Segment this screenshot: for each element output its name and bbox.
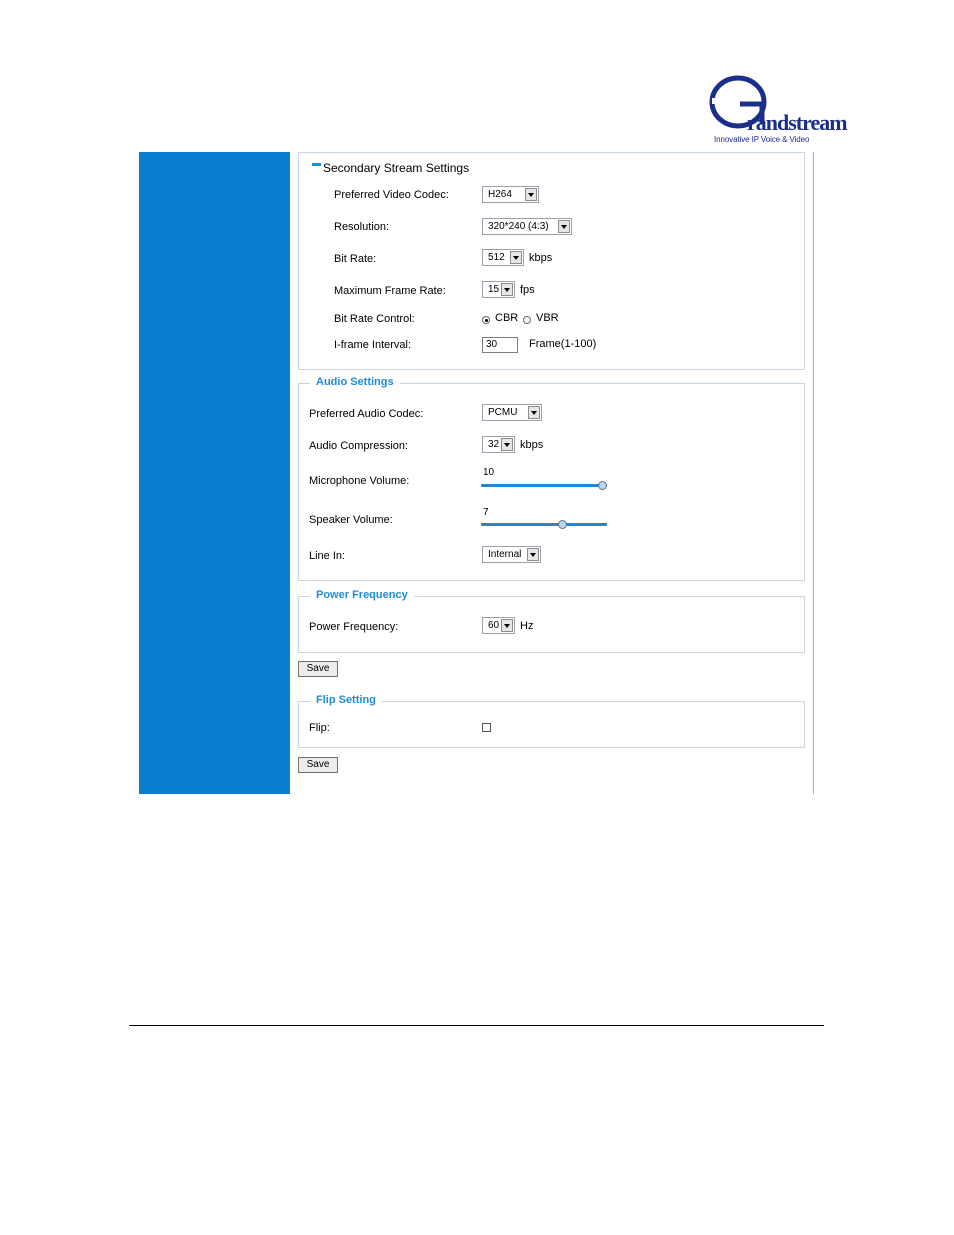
iframe-label: I-frame Interval: xyxy=(334,339,412,351)
speaker-volume-label: Speaker Volume: xyxy=(309,514,393,526)
line-in-select[interactable]: Internal xyxy=(482,546,541,563)
audio-settings-legend: Audio Settings xyxy=(310,376,400,388)
flip-setting-legend: Flip Setting xyxy=(310,694,382,706)
flip-setting-fieldset xyxy=(298,701,805,748)
video-codec-label: Preferred Video Codec: xyxy=(334,189,449,201)
resolution-select[interactable]: 320*240 (4:3) xyxy=(482,218,572,235)
video-codec-value: H264 xyxy=(488,189,512,200)
mic-volume-label: Microphone Volume: xyxy=(309,475,410,487)
line-in-value: Internal xyxy=(488,549,522,560)
framerate-value: 15 xyxy=(488,284,500,295)
audio-codec-select[interactable]: PCMU xyxy=(482,404,542,421)
save-button-power[interactable]: Save xyxy=(298,661,338,677)
mic-volume-value: 10 xyxy=(483,467,495,478)
cbr-label: CBR xyxy=(495,312,519,324)
frame-border xyxy=(813,152,814,794)
audio-compression-unit: kbps xyxy=(520,439,544,451)
vbr-radio[interactable] xyxy=(523,316,531,324)
iframe-input[interactable]: 30 xyxy=(482,337,518,353)
mic-volume-slider[interactable] xyxy=(481,484,607,487)
audio-compression-select[interactable]: 32 xyxy=(482,436,515,453)
power-frequency-unit: Hz xyxy=(520,620,534,632)
audio-codec-value: PCMU xyxy=(488,407,518,418)
cbr-radio[interactable] xyxy=(482,316,490,324)
power-frequency-legend: Power Frequency xyxy=(310,589,414,601)
sidebar xyxy=(139,152,290,794)
bitrate-select[interactable]: 512 xyxy=(482,249,524,266)
speaker-volume-value: 7 xyxy=(483,507,489,518)
logo-wordmark: randstream xyxy=(747,110,848,135)
audio-compression-value: 32 xyxy=(488,439,500,450)
save-button-flip[interactable]: Save xyxy=(298,757,338,773)
bitrate-value: 512 xyxy=(488,252,505,263)
power-frequency-select[interactable]: 60 xyxy=(482,617,515,634)
chevron-down-icon xyxy=(501,438,513,451)
flip-checkbox[interactable] xyxy=(482,723,491,732)
resolution-value: 320*240 (4:3) xyxy=(488,221,549,232)
collapse-icon[interactable] xyxy=(312,163,321,166)
vbr-label: VBR xyxy=(536,312,559,324)
power-frequency-label: Power Frequency: xyxy=(309,621,399,633)
flip-label: Flip: xyxy=(309,722,330,734)
logo-tagline: Innovative IP Voice & Video xyxy=(714,135,810,144)
line-in-label: Line In: xyxy=(309,550,346,562)
video-codec-select[interactable]: H264 xyxy=(482,186,539,203)
framerate-unit: fps xyxy=(520,284,535,296)
chevron-down-icon xyxy=(528,406,540,419)
chevron-down-icon xyxy=(525,188,537,201)
chevron-down-icon xyxy=(501,283,513,296)
page-divider xyxy=(129,1025,824,1026)
bitrate-unit: kbps xyxy=(529,252,553,264)
framerate-label: Maximum Frame Rate: xyxy=(334,285,446,297)
speaker-volume-slider[interactable] xyxy=(481,523,607,526)
chevron-down-icon xyxy=(501,619,513,632)
framerate-select[interactable]: 15 xyxy=(482,281,515,298)
iframe-hint: Frame(1-100) xyxy=(529,338,597,350)
chevron-down-icon xyxy=(558,220,570,233)
audio-codec-label: Preferred Audio Codec: xyxy=(309,408,424,420)
chevron-down-icon xyxy=(527,548,539,561)
bitrate-control-label: Bit Rate Control: xyxy=(334,313,415,325)
power-frequency-value: 60 xyxy=(488,620,500,631)
bitrate-label: Bit Rate: xyxy=(334,253,377,265)
mic-volume-thumb[interactable] xyxy=(598,481,607,490)
secondary-stream-title: Secondary Stream Settings xyxy=(323,161,474,175)
resolution-label: Resolution: xyxy=(334,221,390,233)
chevron-down-icon xyxy=(510,251,522,264)
audio-compression-label: Audio Compression: xyxy=(309,440,409,452)
